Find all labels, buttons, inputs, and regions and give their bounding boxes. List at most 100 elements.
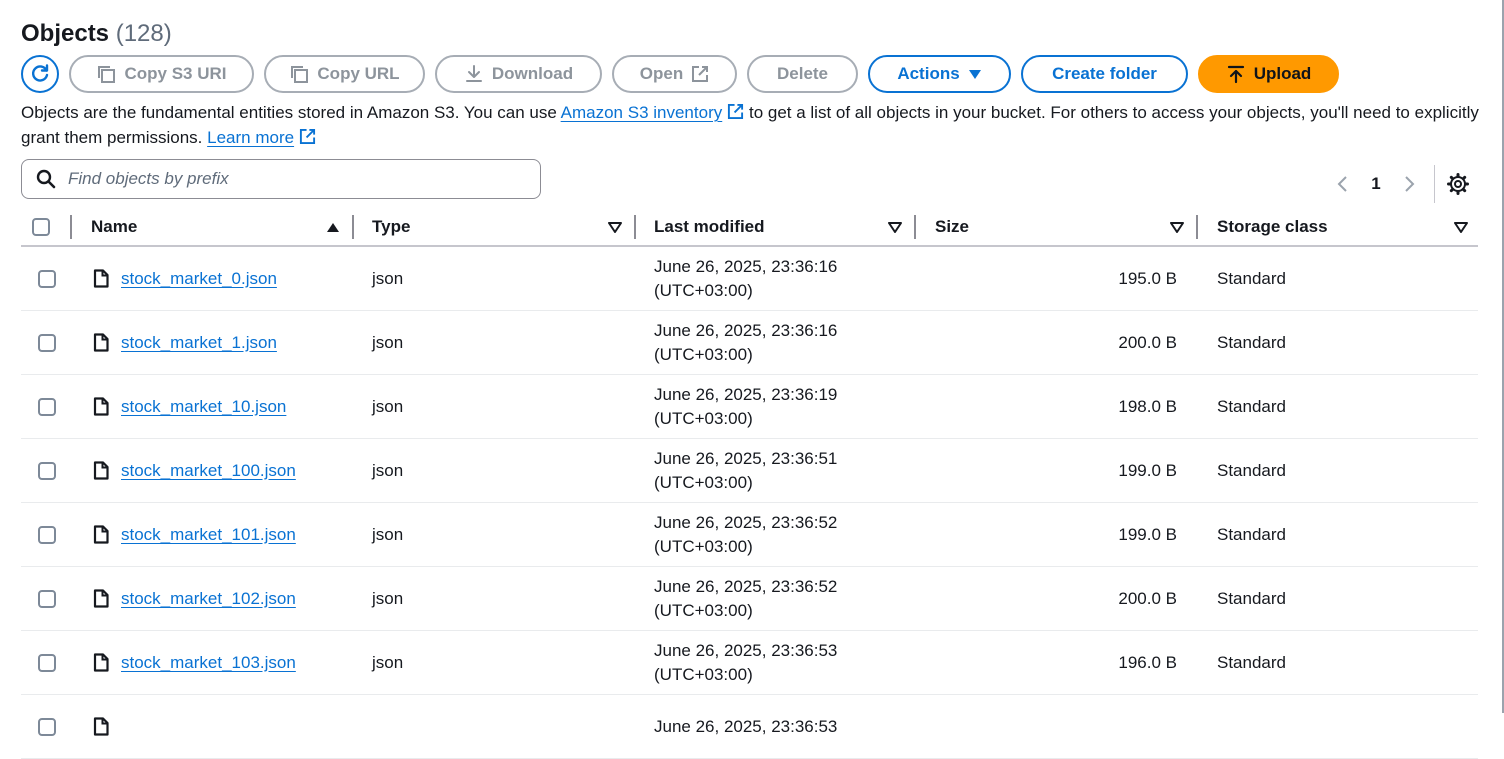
row-checkbox[interactable] bbox=[38, 589, 56, 608]
download-button[interactable]: Download bbox=[435, 55, 602, 93]
table-row[interactable]: stock_market_100.json json June 26, 2025, … bbox=[21, 439, 1478, 503]
sort-desc-icon bbox=[608, 221, 622, 233]
actions-dropdown[interactable]: Actions bbox=[868, 55, 1011, 93]
type-cell: json bbox=[372, 652, 404, 672]
create-folder-button[interactable]: Create folder bbox=[1021, 55, 1188, 93]
row-checkbox[interactable] bbox=[38, 717, 56, 736]
type-cell bbox=[372, 695, 622, 758]
table-body: stock_market_0.json json June 26, 2025, 23… bbox=[21, 247, 1478, 759]
object-name-link[interactable]: stock_market_102.json bbox=[121, 589, 296, 609]
type-cell: json bbox=[372, 524, 404, 544]
last-modified-cell: June 26, 2025, 23:36:52 (UTC+03:00) bbox=[654, 567, 909, 630]
size-cell: 196.0 B bbox=[1118, 652, 1177, 672]
table-row[interactable]: stock_market_103.json json June 26, 2025, … bbox=[21, 631, 1478, 695]
prev-page-button[interactable] bbox=[1330, 169, 1354, 199]
column-header-size[interactable]: Size bbox=[916, 208, 1198, 245]
object-name-link[interactable]: stock_market_10.json bbox=[121, 397, 286, 417]
delete-label: Delete bbox=[776, 64, 829, 83]
pagination: 1 bbox=[1330, 165, 1473, 203]
row-select bbox=[38, 375, 68, 438]
column-label: Storage class bbox=[1217, 216, 1328, 236]
table-row[interactable]: stock_market_101.json json June 26, 2025, … bbox=[21, 503, 1478, 567]
next-page-button[interactable] bbox=[1398, 169, 1422, 199]
file-icon bbox=[93, 653, 109, 672]
open-button[interactable]: Open bbox=[612, 55, 737, 93]
last-modified-cell: June 26, 2025, 23:36:51 (UTC+03:00) bbox=[654, 439, 909, 502]
search-input[interactable] bbox=[66, 168, 510, 190]
row-checkbox[interactable] bbox=[38, 333, 56, 352]
copy-s3-uri-button[interactable]: Copy S3 URI bbox=[69, 55, 254, 93]
table-row[interactable]: stock_market_102.json json June 26, 2025, … bbox=[21, 567, 1478, 631]
storage-class-cell: Standard bbox=[1217, 524, 1286, 544]
column-header-last-modified[interactable]: Last modified bbox=[636, 208, 916, 245]
objects-table: Name Type Last modified Size Storage cla… bbox=[21, 208, 1478, 759]
row-checkbox[interactable] bbox=[38, 525, 56, 544]
storage-class-cell: Standard bbox=[1217, 460, 1286, 480]
delete-button[interactable]: Delete bbox=[747, 55, 858, 93]
file-icon bbox=[93, 269, 109, 288]
object-name-link[interactable]: stock_market_101.json bbox=[121, 525, 296, 545]
toolbar: Copy S3 URI Copy URL Download Open Delet… bbox=[21, 55, 1349, 93]
preferences-button[interactable] bbox=[1443, 169, 1473, 199]
type-cell: json bbox=[372, 396, 404, 416]
column-header-type[interactable]: Type bbox=[354, 208, 636, 245]
object-name-link[interactable]: stock_market_1.json bbox=[121, 333, 277, 353]
storage-class-cell bbox=[1217, 695, 1467, 758]
table-row[interactable]: stock_market_0.json json June 26, 2025, 23… bbox=[21, 247, 1478, 311]
row-checkbox[interactable] bbox=[38, 397, 56, 416]
object-name-link[interactable]: stock_market_0.json bbox=[121, 269, 277, 289]
type-cell: json bbox=[372, 268, 404, 288]
type-cell: json bbox=[372, 588, 404, 608]
copy-url-button[interactable]: Copy URL bbox=[264, 55, 425, 93]
size-cell: 200.0 B bbox=[1118, 588, 1177, 608]
row-select bbox=[38, 503, 68, 566]
row-checkbox[interactable] bbox=[38, 269, 56, 288]
table-row[interactable]: June 26, 2025, 23:36:53 bbox=[21, 695, 1478, 759]
last-modified-cell: June 26, 2025, 23:36:19 (UTC+03:00) bbox=[654, 375, 909, 438]
table-row[interactable]: stock_market_10.json json June 26, 2025, 2… bbox=[21, 375, 1478, 439]
sort-desc-icon bbox=[888, 221, 902, 233]
create-folder-label: Create folder bbox=[1052, 64, 1157, 83]
copy-icon bbox=[98, 66, 116, 83]
modified-date: June 26, 2025, 23:36:16 bbox=[654, 256, 838, 276]
storage-class-cell: Standard bbox=[1217, 652, 1286, 672]
object-name-link[interactable]: stock_market_100.json bbox=[121, 461, 296, 481]
sort-desc-icon bbox=[1170, 221, 1184, 233]
modified-date: June 26, 2025, 23:36:19 bbox=[654, 384, 838, 404]
size-cell: 199.0 B bbox=[1118, 524, 1177, 544]
type-cell: json bbox=[372, 460, 404, 480]
object-name-link[interactable]: stock_market_103.json bbox=[121, 653, 296, 673]
s3-inventory-link[interactable]: Amazon S3 inventory bbox=[561, 103, 723, 122]
external-link-icon bbox=[728, 103, 744, 120]
refresh-button[interactable] bbox=[21, 55, 59, 93]
size-cell: 198.0 B bbox=[1118, 396, 1177, 416]
name-cell bbox=[93, 695, 355, 758]
chevron-left-icon bbox=[1337, 176, 1347, 192]
learn-more-link[interactable]: Learn more bbox=[207, 128, 294, 147]
last-modified-cell: June 26, 2025, 23:36:16 (UTC+03:00) bbox=[654, 247, 909, 310]
caret-down-icon bbox=[968, 70, 981, 79]
upload-button[interactable]: Upload bbox=[1198, 55, 1339, 93]
modified-date: June 26, 2025, 23:36:53 bbox=[654, 640, 838, 660]
gear-icon bbox=[1447, 173, 1469, 195]
row-checkbox[interactable] bbox=[38, 653, 56, 672]
current-page[interactable]: 1 bbox=[1354, 174, 1398, 194]
size-cell: 199.0 B bbox=[1118, 460, 1177, 480]
object-count: (128) bbox=[115, 20, 172, 47]
column-header-storage-class[interactable]: Storage class bbox=[1198, 208, 1478, 245]
select-all-checkbox[interactable] bbox=[31, 217, 50, 236]
actions-label: Actions bbox=[897, 64, 960, 83]
row-checkbox[interactable] bbox=[38, 461, 56, 480]
chevron-right-icon bbox=[1405, 176, 1415, 192]
row-select bbox=[38, 247, 68, 310]
header-select-all bbox=[21, 208, 72, 245]
description: Objects are the fundamental entities sto… bbox=[21, 100, 1481, 150]
column-header-name[interactable]: Name bbox=[72, 208, 354, 245]
modified-timezone: (UTC+03:00) bbox=[654, 664, 753, 684]
upload-label: Upload bbox=[1253, 64, 1312, 83]
file-icon bbox=[93, 589, 109, 608]
table-row[interactable]: stock_market_1.json json June 26, 2025, 23… bbox=[21, 311, 1478, 375]
storage-class-cell: Standard bbox=[1217, 268, 1286, 288]
row-select bbox=[38, 567, 68, 630]
name-cell: stock_market_10.json bbox=[93, 375, 355, 438]
